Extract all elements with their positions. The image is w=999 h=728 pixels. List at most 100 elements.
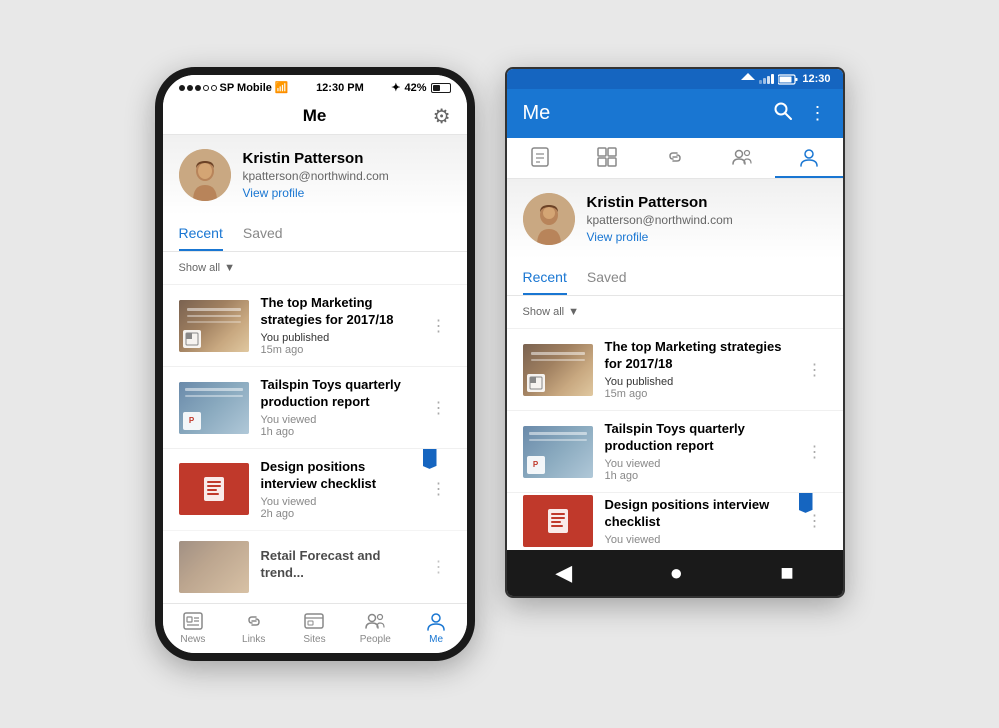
android-tab-saved[interactable]: Saved — [587, 259, 627, 295]
android-nav-back[interactable]: ◀ — [555, 560, 572, 586]
sites-icon — [303, 610, 325, 632]
ios-battery-icon — [431, 83, 451, 93]
android-doc-more-2[interactable]: ⋮ — [803, 438, 827, 466]
ios-nav-links-label: Links — [242, 634, 265, 645]
ios-doc-title-4: Retail Forecast and trend... — [261, 548, 415, 582]
ios-doc-more-4[interactable]: ⋮ — [427, 553, 451, 581]
android-more-icon[interactable]: ⋮ — [809, 103, 827, 124]
ios-nav-sites[interactable]: Sites — [284, 610, 345, 645]
android-nav-link[interactable] — [641, 146, 708, 178]
ios-nav-sites-label: Sites — [303, 634, 325, 645]
ios-profile-name: Kristin Patterson — [243, 150, 451, 167]
settings-icon[interactable]: ⚙ — [433, 104, 451, 129]
ios-doc-item-2[interactable]: P Tailspin Toys quarterly production rep… — [163, 366, 467, 448]
ios-nav-people-label: People — [360, 634, 391, 645]
android-profile-name: Kristin Patterson — [587, 194, 827, 211]
android-doc-item-3[interactable]: Design positions interview checklist You… — [507, 492, 843, 550]
ios-doc-item-3[interactable]: Design positions interview checklist You… — [163, 448, 467, 530]
android-status-bar: 12:30 — [507, 69, 843, 89]
avatar-image — [179, 149, 231, 201]
android-show-all-row[interactable]: Show all ▼ — [507, 296, 843, 328]
android-doc-bookmark-3 — [799, 493, 813, 513]
ios-doc-more-2[interactable]: ⋮ — [427, 394, 451, 422]
ios-nav-news[interactable]: News — [163, 610, 224, 645]
ios-doc-thumb-2: P — [179, 382, 249, 434]
android-nav-me[interactable] — [775, 146, 842, 178]
ios-nav-news-label: News — [180, 634, 205, 645]
dot3 — [195, 85, 201, 91]
ios-show-all-chevron: ▼ — [224, 262, 235, 274]
ios-doc-info-3: Design positions interview checklist You… — [261, 459, 415, 520]
android-doc-item-2[interactable]: P Tailspin Toys quarterly production rep… — [507, 410, 843, 492]
people-icon — [364, 610, 386, 632]
android-doc-meta-label-2: You viewed — [605, 458, 791, 470]
ios-tab-recent[interactable]: Recent — [179, 215, 223, 251]
links-icon — [243, 610, 265, 632]
android-profile-info: Kristin Patterson kpatterson@northwind.c… — [587, 194, 827, 244]
android-doc-info-2: Tailspin Toys quarterly production repor… — [605, 421, 791, 482]
ios-doc-item-4[interactable]: Retail Forecast and trend... ⋮ — [163, 530, 467, 603]
android-nav-grid[interactable] — [574, 146, 641, 178]
android-view-profile-link[interactable]: View profile — [587, 230, 827, 244]
android-tab-recent[interactable]: Recent — [523, 259, 567, 295]
android-doc-item-1[interactable]: The top Marketing strategies for 2017/18… — [507, 328, 843, 410]
ios-header: Me ⚙ — [163, 98, 467, 135]
checklist-svg — [200, 475, 228, 503]
ios-status-right: ✦ 42% — [391, 81, 450, 94]
ios-view-profile-link[interactable]: View profile — [243, 186, 451, 200]
ios-page-title: Me — [303, 106, 327, 126]
android-nav-home[interactable]: ● — [670, 560, 683, 586]
ios-show-all-row[interactable]: Show all ▼ — [163, 252, 467, 284]
android-nav-people[interactable] — [708, 146, 775, 178]
ios-show-all-label: Show all — [179, 262, 221, 274]
ios-doc-icon-2: P — [183, 412, 201, 430]
ios-status-bar: SP Mobile 📶 12:30 PM ✦ 42% — [163, 75, 467, 98]
news-icon — [182, 610, 204, 632]
ios-doc-thumb-1 — [179, 300, 249, 352]
android-doc-title-2: Tailspin Toys quarterly production repor… — [605, 421, 791, 455]
ios-doc-info-1: The top Marketing strategies for 2017/18… — [261, 295, 415, 356]
android-doc-meta-label-3: You viewed — [605, 534, 791, 546]
ios-nav-me[interactable]: Me — [406, 610, 467, 645]
ios-time: 12:30 PM — [316, 82, 364, 94]
ios-doc-more-1[interactable]: ⋮ — [427, 312, 451, 340]
ios-doc-thumb-3 — [179, 463, 249, 515]
ios-phone: SP Mobile 📶 12:30 PM ✦ 42% Me ⚙ — [155, 67, 475, 660]
android-page-title: Me — [523, 102, 551, 125]
android-search-icon[interactable] — [773, 101, 793, 126]
android-nav-doc[interactable] — [507, 146, 574, 178]
ios-doc-title-3: Design positions interview checklist — [261, 459, 415, 493]
ios-nav-links[interactable]: Links — [223, 610, 284, 645]
ios-doc-meta-label-2: You viewed — [261, 414, 415, 426]
android-nav-recents[interactable]: ■ — [780, 560, 793, 586]
ios-status-left: SP Mobile 📶 — [179, 81, 289, 94]
ios-carrier: SP Mobile — [220, 82, 272, 94]
ios-nav-me-label: Me — [429, 634, 443, 645]
android-profile-email: kpatterson@northwind.com — [587, 213, 827, 227]
android-icon-nav — [507, 138, 843, 179]
android-doc-more-1[interactable]: ⋮ — [803, 356, 827, 384]
ios-doc-item-1[interactable]: The top Marketing strategies for 2017/18… — [163, 284, 467, 366]
ios-signal-dots — [179, 85, 217, 91]
ios-bluetooth-icon: ✦ — [391, 81, 400, 94]
android-status-right: 12:30 — [741, 73, 830, 85]
ios-battery-percent: 42% — [404, 82, 426, 94]
ios-doc-bookmark-3 — [423, 449, 437, 469]
android-checklist-svg — [544, 507, 572, 535]
android-wifi-icon — [741, 73, 755, 85]
dot5 — [211, 85, 217, 91]
screenshot-container: SP Mobile 📶 12:30 PM ✦ 42% Me ⚙ — [135, 47, 865, 680]
ios-doc-more-3[interactable]: ⋮ — [427, 475, 451, 503]
android-battery-icon — [778, 74, 798, 85]
ios-doc-meta-time-1: 15m ago — [261, 344, 415, 356]
android-profile-section: Kristin Patterson kpatterson@northwind.c… — [507, 179, 843, 259]
ios-doc-meta-label-3: You viewed — [261, 496, 415, 508]
android-avatar-image — [523, 193, 575, 245]
ios-avatar — [179, 149, 231, 201]
ios-doc-title-2: Tailspin Toys quarterly production repor… — [261, 377, 415, 411]
ios-tab-saved[interactable]: Saved — [243, 215, 283, 251]
android-doc-title-3: Design positions interview checklist — [605, 497, 791, 531]
android-doc-list: The top Marketing strategies for 2017/18… — [507, 328, 843, 550]
ios-nav-people[interactable]: People — [345, 610, 406, 645]
ios-doc-meta-label-1: You published — [261, 332, 415, 344]
